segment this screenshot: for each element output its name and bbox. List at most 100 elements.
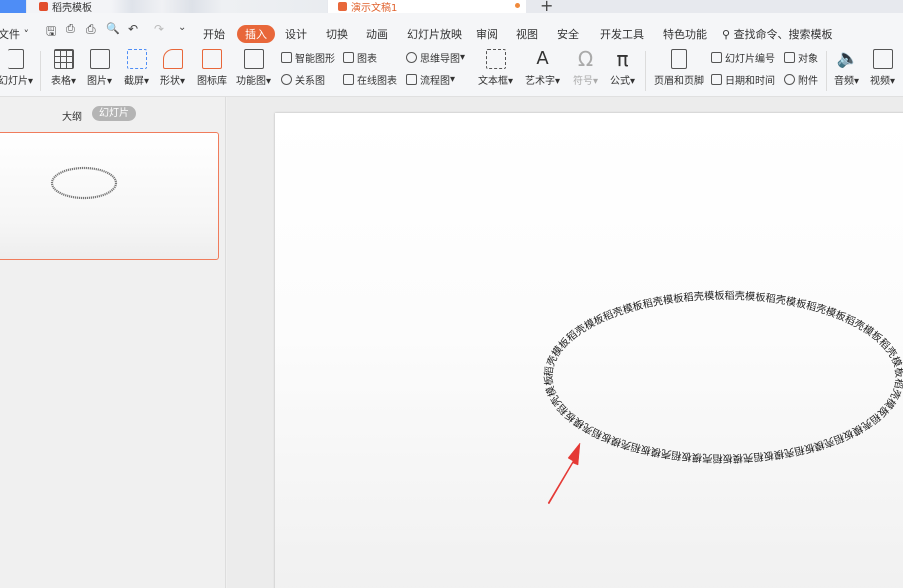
textbox-icon xyxy=(485,49,506,69)
mindmap-button[interactable]: 思维导图 ▾ xyxy=(406,50,465,65)
paperclip-icon xyxy=(784,74,795,85)
relation-chart-button[interactable]: 关系图 xyxy=(281,72,325,87)
customize-toolbar-icon[interactable]: ⌄ xyxy=(178,22,186,33)
ribbon-divider xyxy=(645,51,646,91)
menu-start[interactable]: 开始 xyxy=(203,26,225,42)
menu-insert[interactable]: 插入 xyxy=(237,25,275,43)
new-slide-label: 幻灯片▾ xyxy=(0,76,34,87)
output-pdf-icon[interactable]: ⎙ xyxy=(66,22,75,36)
new-tab-button[interactable]: + xyxy=(540,0,553,13)
new-slide-button[interactable]: 幻灯片▾ xyxy=(0,49,33,87)
menu-file-label: 文件 xyxy=(0,28,20,41)
screenshot-icon xyxy=(126,49,147,69)
function-chart-button[interactable]: 功能图▾ xyxy=(236,49,271,87)
text-on-path-content: 稻壳模板稻壳模板稻壳模板稻壳模板稻壳模板稻壳模板稻壳模板稻壳模板稻壳模板稻壳模板… xyxy=(542,289,903,465)
header-footer-icon xyxy=(671,49,687,69)
print-preview-icon[interactable]: 🔍 xyxy=(106,22,120,35)
audio-button[interactable]: 🔈 音频▾ xyxy=(834,48,860,88)
text-on-path[interactable]: 稻壳模板稻壳模板稻壳模板稻壳模板稻壳模板稻壳模板稻壳模板稻壳模板稻壳模板稻壳模板… xyxy=(542,289,903,465)
menu-slideshow[interactable]: 幻灯片放映 xyxy=(407,26,462,42)
shape-icon xyxy=(162,49,183,69)
flowchart-button[interactable]: 流程图 ▾ xyxy=(406,72,455,87)
smart-shape-button[interactable]: 智能图形 xyxy=(281,50,335,65)
slide-content: 稻壳模板稻壳模板稻壳模板稻壳模板稻壳模板稻壳模板稻壳模板稻壳模板稻壳模板稻壳模板… xyxy=(542,289,903,505)
online-chart-icon xyxy=(343,74,354,85)
pointer-arrow xyxy=(547,442,581,505)
tab-slides[interactable]: 幻灯片 xyxy=(92,106,136,121)
print-icon[interactable]: ⎙ xyxy=(86,22,96,37)
flowchart-icon xyxy=(406,74,417,85)
video-button[interactable]: 视频▾ xyxy=(870,49,895,87)
function-chart-label: 功能图▾ xyxy=(236,76,272,87)
command-search-label: 查找命令、搜索模板 xyxy=(733,28,833,41)
ribbon-divider xyxy=(826,51,827,91)
table-button[interactable]: 表格▾ xyxy=(51,49,76,87)
slide-number-icon xyxy=(711,52,722,63)
wordart-label: 艺术字▾ xyxy=(525,76,561,87)
video-icon xyxy=(872,49,893,69)
textbox-label: 文本框▾ xyxy=(478,76,514,87)
audio-label: 音频▾ xyxy=(834,76,860,87)
menu-animation[interactable]: 动画 xyxy=(366,26,388,42)
shape-label: 形状▾ xyxy=(160,76,186,87)
calendar-icon xyxy=(711,74,722,85)
icon-library-button[interactable]: 图标库 xyxy=(197,49,227,87)
menu-view[interactable]: 视图 xyxy=(516,26,538,42)
function-chart-icon xyxy=(243,49,264,69)
object-button[interactable]: 对象 xyxy=(784,50,818,65)
slides-pane: 大纲 幻灯片 xyxy=(0,97,226,588)
thumbnail-ellipse-preview xyxy=(50,166,118,200)
tab-daoke-label: 稻壳模板 xyxy=(52,3,92,13)
attachment-button[interactable]: 附件 xyxy=(784,72,818,87)
picture-button[interactable]: 图片▾ xyxy=(87,49,112,87)
online-chart-button[interactable]: 在线图表 xyxy=(343,72,397,87)
slide-number-button[interactable]: 幻灯片编号 xyxy=(711,50,775,65)
menu-security[interactable]: 安全 xyxy=(557,26,579,42)
relation-icon xyxy=(281,74,292,85)
home-tab[interactable] xyxy=(0,0,26,13)
search-icon: ⚲ xyxy=(722,28,734,41)
date-time-button[interactable]: 日期和时间 xyxy=(711,72,775,87)
redo-icon[interactable]: ↷ xyxy=(154,22,164,36)
icon-library-icon xyxy=(202,49,222,69)
speaker-icon: 🔈 xyxy=(836,48,859,69)
save-icon[interactable]: 🖫 xyxy=(46,22,56,43)
wordart-button[interactable]: A 艺术字▾ xyxy=(525,49,561,88)
formula-icon: π xyxy=(616,47,629,71)
slide-canvas[interactable]: 稻壳模板稻壳模板稻壳模板稻壳模板稻壳模板稻壳模板稻壳模板稻壳模板稻壳模板稻壳模板… xyxy=(275,113,903,588)
picture-label: 图片▾ xyxy=(87,76,113,87)
command-search[interactable]: ⚲ 查找命令、搜索模板 xyxy=(722,26,833,42)
chart-button[interactable]: 图表 xyxy=(343,50,377,65)
menu-features[interactable]: 特色功能 xyxy=(663,26,707,42)
symbol-label: 符号▾ xyxy=(573,76,599,87)
screenshot-button[interactable]: 截屏▾ xyxy=(124,49,149,87)
mindmap-icon xyxy=(406,52,417,63)
table-icon xyxy=(53,49,74,69)
textbox-button[interactable]: 文本框▾ xyxy=(478,49,513,87)
unsaved-dot-icon xyxy=(515,3,520,8)
tab-bar: 稻壳模板 演示文稿1 + xyxy=(0,0,903,13)
header-footer-label: 页眉和页脚 xyxy=(654,76,704,87)
menu-developer[interactable]: 开发工具 xyxy=(600,26,644,42)
header-footer-button[interactable]: 页眉和页脚 xyxy=(654,49,704,87)
chart-icon xyxy=(343,52,354,63)
tab-presentation[interactable]: 演示文稿1 xyxy=(328,0,526,13)
video-label: 视频▾ xyxy=(870,76,896,87)
symbol-icon: Ω xyxy=(577,47,594,71)
symbol-button[interactable]: Ω 符号▾ xyxy=(573,49,598,87)
editing-area: 稻壳模板稻壳模板稻壳模板稻壳模板稻壳模板稻壳模板稻壳模板稻壳模板稻壳模板稻壳模板… xyxy=(227,97,903,588)
menu-review[interactable]: 审阅 xyxy=(476,26,498,42)
tab-presentation-label: 演示文稿1 xyxy=(351,3,398,13)
formula-button[interactable]: π 公式▾ xyxy=(610,49,635,87)
menu-file[interactable]: 文件 ˅ xyxy=(0,26,29,42)
tab-daoke-template[interactable]: 稻壳模板 xyxy=(27,0,327,13)
object-icon xyxy=(784,52,795,63)
formula-label: 公式▾ xyxy=(610,76,636,87)
menu-transition[interactable]: 切换 xyxy=(326,26,348,42)
tab-outline[interactable]: 大纲 xyxy=(62,108,82,123)
menu-design[interactable]: 设计 xyxy=(285,26,307,42)
shape-button[interactable]: 形状▾ xyxy=(160,49,185,87)
undo-icon[interactable]: ↶ xyxy=(128,22,138,36)
slide-thumbnail-1[interactable] xyxy=(0,132,219,260)
ribbon-divider xyxy=(40,51,41,91)
